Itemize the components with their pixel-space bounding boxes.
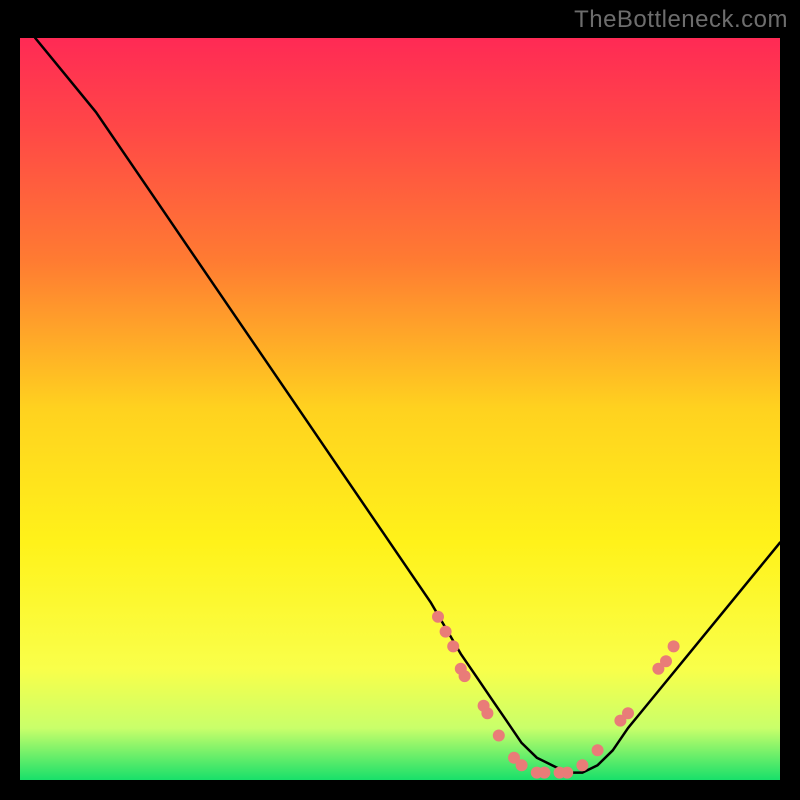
data-marker <box>516 759 528 771</box>
data-marker <box>576 759 588 771</box>
data-marker <box>592 744 604 756</box>
data-marker <box>668 640 680 652</box>
data-marker <box>622 707 634 719</box>
watermark-text: TheBottleneck.com <box>574 6 788 34</box>
data-marker <box>493 730 505 742</box>
data-marker <box>561 767 573 779</box>
chart-svg <box>20 38 780 780</box>
data-marker <box>440 626 452 638</box>
data-marker <box>660 655 672 667</box>
chart-plot-area <box>20 38 780 780</box>
data-marker <box>459 670 471 682</box>
data-marker <box>447 640 459 652</box>
chart-frame: TheBottleneck.com <box>0 0 800 800</box>
gradient-background <box>20 38 780 780</box>
data-marker <box>481 707 493 719</box>
data-marker <box>538 767 550 779</box>
data-marker <box>432 611 444 623</box>
